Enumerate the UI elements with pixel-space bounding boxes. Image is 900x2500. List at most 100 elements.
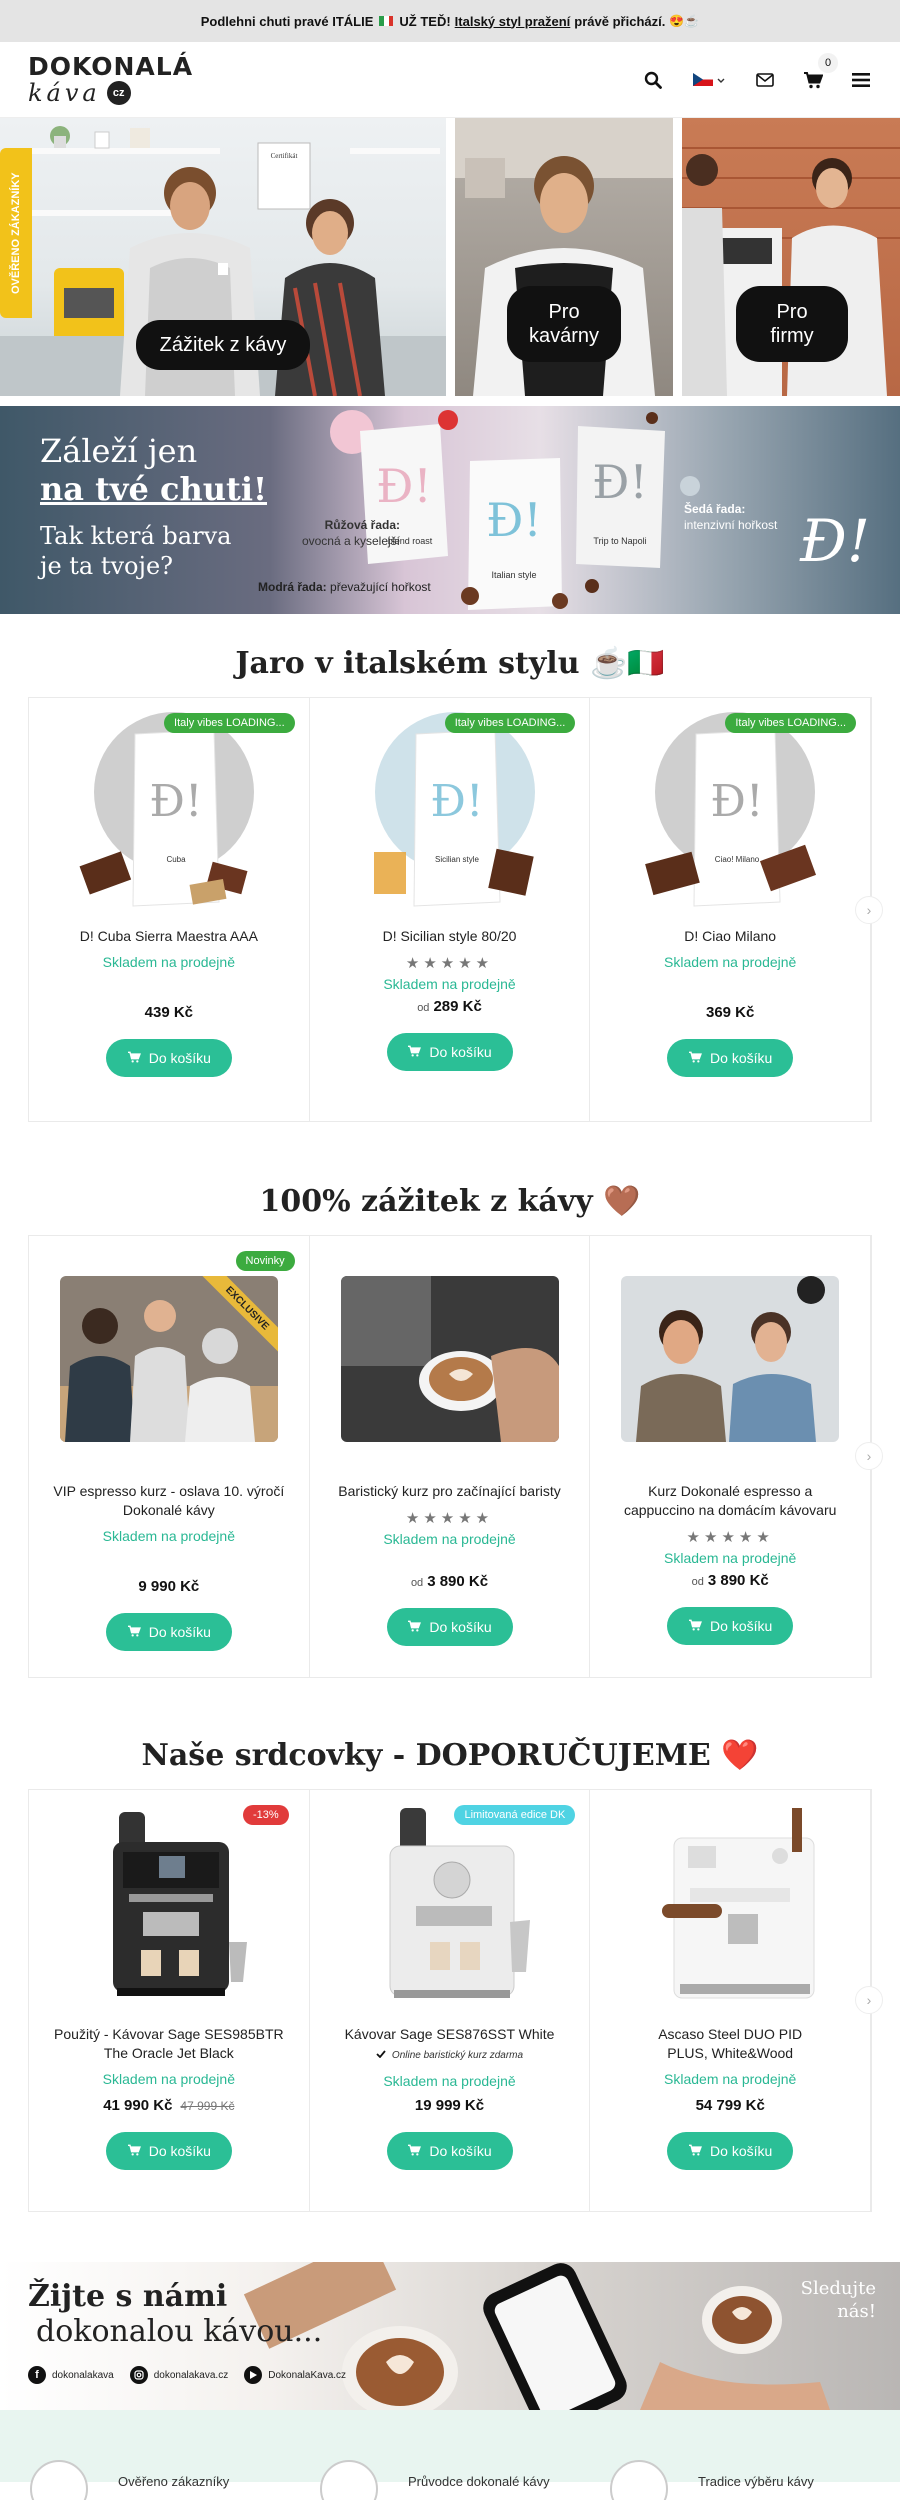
product-name[interactable]: VIP espresso kurz - oslava 10. výročí Do… <box>29 1482 309 1520</box>
verified-badge-label: OVĚŘENO ZÁKAZNÍKY <box>10 172 22 294</box>
verified-customers-badge[interactable]: OVĚŘENO ZÁKAZNÍKY <box>0 148 32 318</box>
hero-cafes-button[interactable]: Pro kavárny <box>507 286 621 362</box>
promo-bar: Podlehni chuti pravé ITÁLIE UŽ TEĎ! Ital… <box>0 0 900 42</box>
promo-text-before: Podlehni chuti pravé ITÁLIE <box>200 13 374 29</box>
product-card[interactable]: Italy vibes LOADING... Ɖ! Cuba D! Cuba S… <box>29 698 310 1121</box>
cart-icon <box>407 2143 422 2159</box>
hero-companies-button[interactable]: Pro firmy <box>736 286 848 362</box>
product-name[interactable]: D! Ciao Milano <box>590 927 870 946</box>
product-card[interactable]: Baristický kurz pro začínající baristy ★… <box>310 1236 591 1677</box>
check-icon <box>376 2050 386 2061</box>
product-note: Online baristický kurz zdarma <box>310 2050 590 2061</box>
product-name[interactable]: D! Cuba Sierra Maestra AAA <box>29 927 309 946</box>
product-card[interactable]: Kurz Dokonalé espresso a cappuccino na d… <box>590 1236 872 1677</box>
product-carousel: -13% Použitý - Kávovar Sage SES985BTR Th… <box>28 1789 883 2212</box>
discount-tag: -13% <box>242 1805 289 1825</box>
language-selector[interactable] <box>690 69 728 91</box>
stock-status: Skladem na prodejně <box>664 2070 797 2087</box>
hamburger-menu-icon[interactable] <box>850 69 872 91</box>
product-name[interactable]: D! Sicilian style 80/20 <box>310 927 590 946</box>
product-price: 54 799 Kč <box>590 2097 870 2114</box>
product-image <box>621 1276 840 1442</box>
add-to-cart-button[interactable]: Do košíku <box>386 1032 513 1071</box>
promo-link[interactable]: Italský styl pražení <box>455 14 571 29</box>
social-banner[interactable]: Žijte s námi dokonalou kávou... f dokona… <box>0 2262 900 2410</box>
stock-status: Skladem na prodejně <box>664 953 797 970</box>
social-headline-2: dokonalou kávou... <box>36 2313 323 2349</box>
bag-logo-mark: Ɖ! <box>376 459 432 513</box>
product-name[interactable]: Kávovar Sage SES876SST White <box>310 2025 590 2044</box>
benefit-item: Průvodce dokonalé kávy <box>320 2460 550 2500</box>
instagram-link[interactable]: dokonalakava.cz <box>129 2366 229 2384</box>
cart-icon[interactable]: 0 <box>802 52 838 91</box>
button-label: Do košíku <box>148 1623 211 1640</box>
product-name[interactable]: Použitý - Kávovar Sage SES985BTR The Ora… <box>29 2025 309 2063</box>
product-name[interactable]: Kurz Dokonalé espresso a cappuccino na d… <box>590 1482 870 1520</box>
site-logo[interactable]: DOKONALÁ káva cz <box>28 54 193 105</box>
logo-script: káva <box>28 79 101 107</box>
bag-logo-mark-3: Ɖ! <box>592 455 648 509</box>
product-card[interactable]: -13% Použitý - Kávovar Sage SES985BTR Th… <box>29 1790 310 2211</box>
smile-emoji-icon: 😍☕ <box>669 14 700 28</box>
site-header: DOKONALÁ káva cz 0 <box>0 42 900 118</box>
product-image: EXCLUSIVE <box>59 1276 278 1442</box>
instagram-icon <box>129 2366 148 2384</box>
product-price: od 3 890 Kč <box>310 1573 590 1590</box>
price-value: 3 890 Kč <box>707 1571 769 1589</box>
logo-badge: cz <box>106 81 131 105</box>
blue-title: Modrá řada: <box>258 580 327 594</box>
stock-status: Skladem na prodejně <box>383 1530 516 1547</box>
hero-section: Certifikát Zážitek z kávy Pro kavárny Pr… <box>0 118 900 396</box>
price-from: od <box>410 1576 424 1589</box>
add-to-cart-button[interactable]: Do košíku <box>667 2131 794 2170</box>
product-name[interactable]: Baristický kurz pro začínající baristy <box>310 1482 590 1501</box>
youtube-label: DokonalaKava.cz <box>268 2369 347 2381</box>
italy-flag-icon <box>379 16 394 26</box>
add-to-cart-button[interactable]: Do košíku <box>105 1612 232 1651</box>
button-label: Do košíku <box>710 1617 773 1634</box>
stock-status: Skladem na prodejně <box>664 1549 797 1566</box>
product-tag: Italy vibes LOADING... <box>444 713 576 733</box>
carousel-next-arrow[interactable]: › <box>855 1986 883 2014</box>
hero-panel-companies[interactable]: Pro firmy <box>682 118 900 396</box>
follow-text-1: Sledujte <box>800 2278 876 2299</box>
product-card[interactable]: Limitovaná edice DK Kávovar Sage SES876S… <box>310 1790 591 2211</box>
search-icon[interactable] <box>642 69 664 91</box>
carousel-next-arrow[interactable]: › <box>855 896 883 924</box>
product-card[interactable]: Italy vibes LOADING... Ɖ! Sicilian style… <box>310 698 591 1121</box>
instagram-label: dokonalakava.cz <box>153 2369 229 2381</box>
hero-panel-experience[interactable]: Certifikát Zážitek z kávy <box>0 118 446 396</box>
benefit-label: Ověřeno zákazníky <box>118 2473 230 2489</box>
product-price: od 3 890 Kč <box>590 1572 870 1589</box>
product-tag: Italy vibes LOADING... <box>164 713 295 733</box>
add-to-cart-button[interactable]: Do košíku <box>386 1607 513 1646</box>
facebook-link[interactable]: f dokonalakava <box>28 2366 114 2384</box>
promo-text-after: právě přichází. <box>574 13 666 29</box>
carousel-next-arrow[interactable]: › <box>855 1442 883 1470</box>
hero-panel-cafes[interactable]: Pro kavárny <box>455 118 673 396</box>
product-price: 19 999 Kč <box>310 2097 590 2114</box>
add-to-cart-button[interactable]: Do košíku <box>105 1038 232 1077</box>
section-spring-italian: Jaro v italském stylu ☕🇮🇹 Italy vibes LO… <box>0 646 900 1122</box>
taste-banner[interactable]: Ɖ! blend roast Ɖ! Italian style Ɖ! Trip … <box>0 406 900 614</box>
product-card[interactable]: Novinky EXCLUSIVE VIP espresso kurz - os… <box>29 1236 310 1677</box>
product-card[interactable]: Italy vibes LOADING... Ɖ! Ciao! Milano D… <box>590 698 872 1121</box>
add-to-cart-button[interactable]: Do košíku <box>667 1038 794 1077</box>
add-to-cart-button[interactable]: Do košíku <box>667 1606 794 1645</box>
product-image: Ɖ! Ciao! Milano <box>645 712 817 907</box>
hero-experience-button[interactable]: Zážitek z kávy <box>136 320 310 370</box>
product-price: od 289 Kč <box>310 998 590 1015</box>
benefit-label: Průvodce dokonalé kávy <box>408 2473 550 2489</box>
product-card[interactable]: Ascaso Steel DUO PID PLUS, White&Wood Sk… <box>590 1790 872 2211</box>
add-to-cart-button[interactable]: Do košíku <box>386 2131 513 2170</box>
product-name[interactable]: Ascaso Steel DUO PID PLUS, White&Wood <box>590 2025 870 2063</box>
price-value: 3 890 Kč <box>427 1572 489 1590</box>
follow-text-2: nás! <box>837 2300 876 2322</box>
section-title: Naše srdcovky - DOPORUČUJEME ❤️ <box>141 1738 759 1773</box>
bag-logo-mark-2: Ɖ! <box>486 493 542 547</box>
product-image <box>340 1276 559 1442</box>
add-to-cart-button[interactable]: Do košíku <box>105 2131 232 2170</box>
mail-icon[interactable] <box>754 69 776 91</box>
youtube-link[interactable]: DokonalaKava.cz <box>244 2366 346 2384</box>
bag-mark: Ɖ! <box>711 776 764 827</box>
